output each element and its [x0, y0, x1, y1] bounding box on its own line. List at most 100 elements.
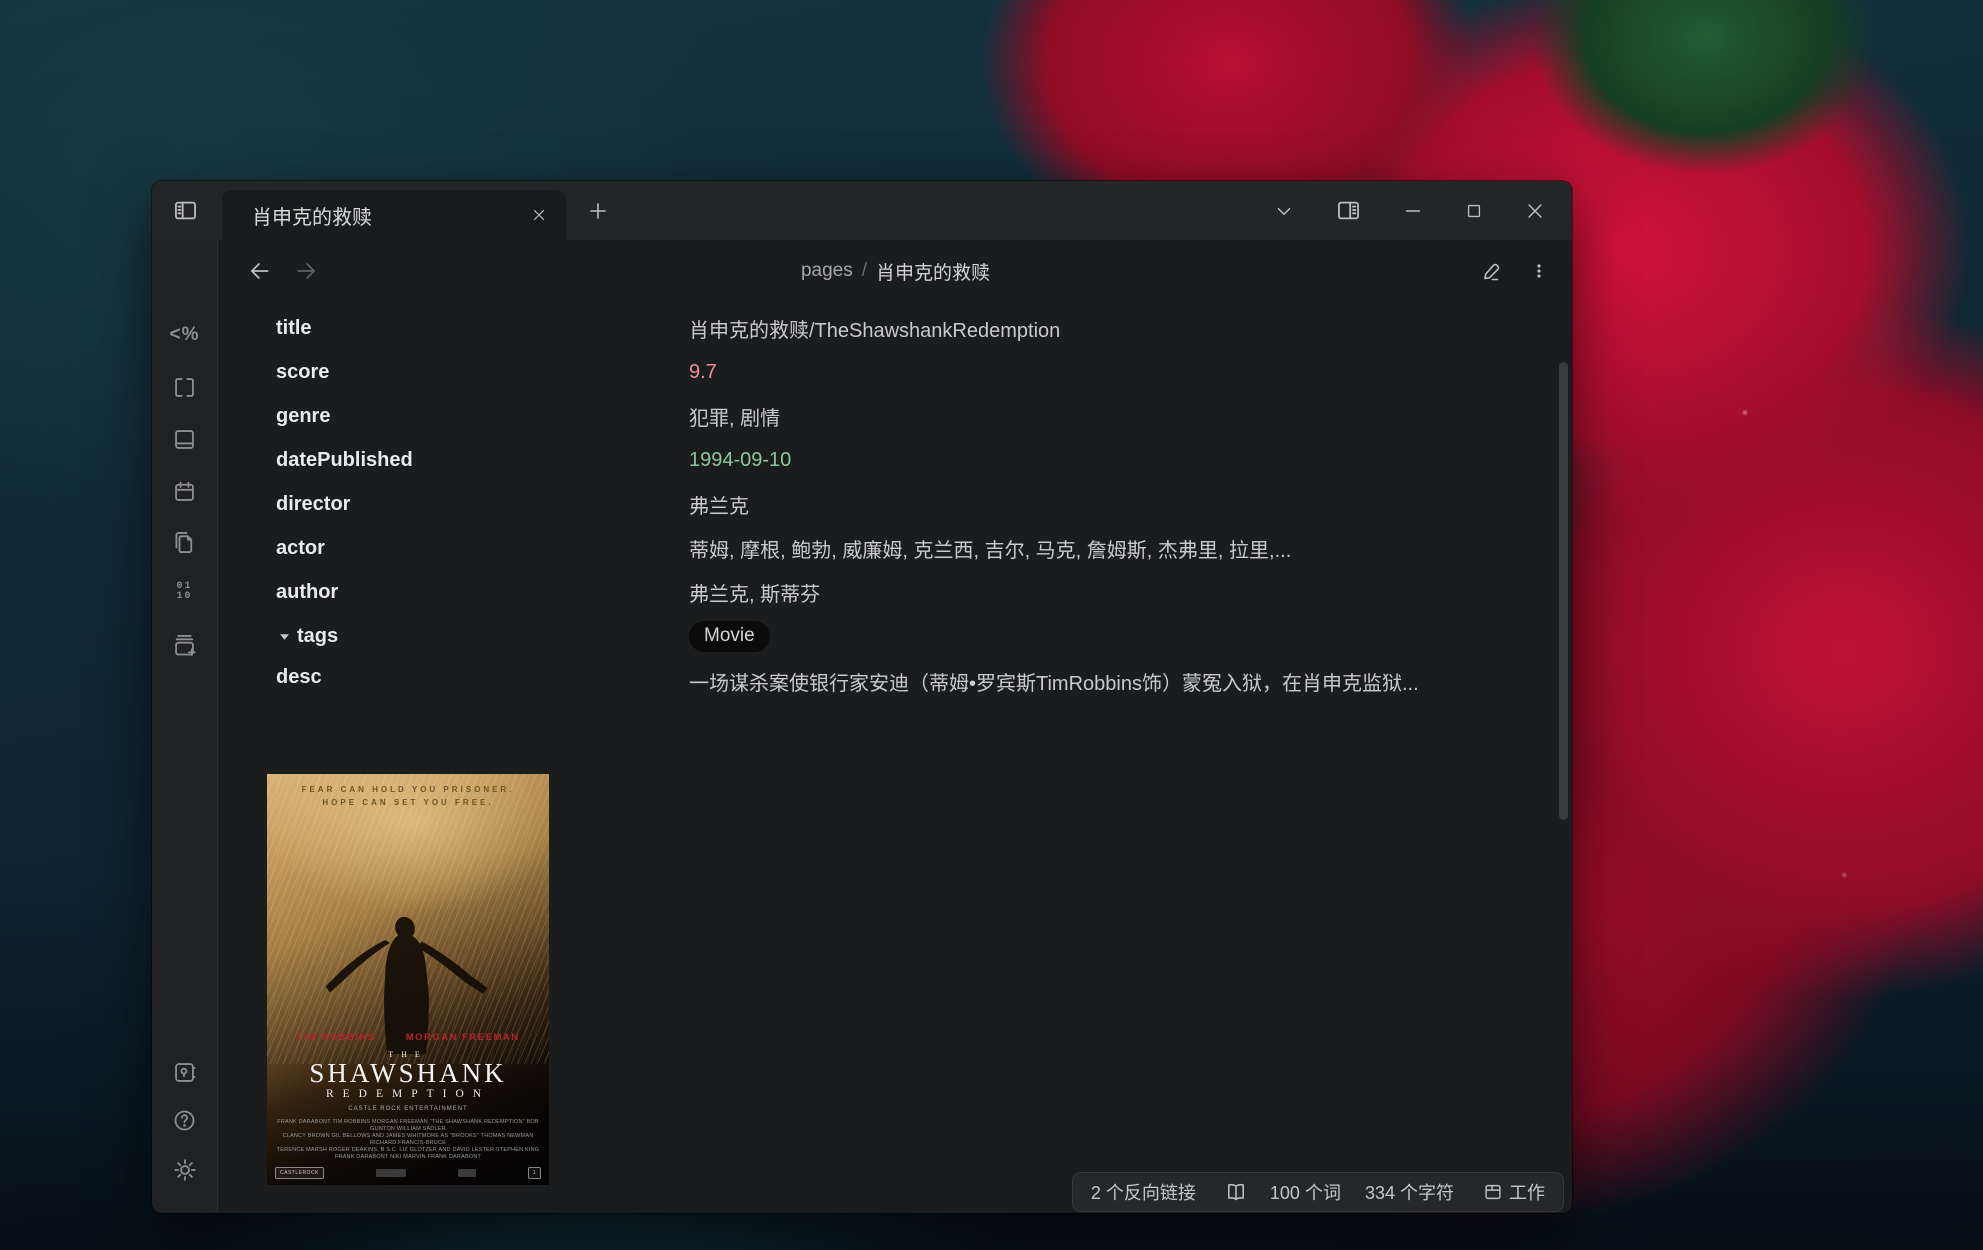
attr-label[interactable]: title: [276, 317, 689, 340]
dock-item-safe[interactable]: [152, 1059, 217, 1086]
attr-row-desc: desc 一场谋杀案使银行家安迪（蒂姆•罗宾斯TimRobbins饰）蒙冤入狱，…: [276, 658, 1542, 702]
titlebar: 肖申克的救赎: [152, 181, 1572, 240]
poster-rating-box: 1: [528, 1167, 541, 1179]
close-tab-button[interactable]: [530, 206, 548, 224]
editor-area: pages / 肖申克的救赎: [219, 240, 1572, 1213]
poster-studio: CASTLE ROCK ENTERTAINMENT: [267, 1106, 549, 1112]
gear-icon: [171, 1156, 199, 1184]
poster-credits: FRANK DARABONT TIM ROBBINS MORGAN FREEMA…: [274, 1119, 542, 1161]
attr-row-title: title 肖申克的救赎/TheShawshankRedemption: [276, 306, 1542, 350]
tag-movie[interactable]: Movie: [689, 621, 770, 652]
tab-menu-button[interactable]: [1273, 200, 1295, 222]
breadcrumb-item-current[interactable]: 肖申克的救赎: [876, 258, 990, 285]
attr-value[interactable]: 9.7: [689, 361, 717, 384]
attr-value[interactable]: 弗兰克, 斯蒂芬: [689, 578, 820, 607]
poster-billing-block: TIM ROBBINS MORGAN FREEMAN THE SHAWSHANK…: [267, 1032, 549, 1179]
attr-label[interactable]: genre: [276, 405, 689, 428]
attr-row-director: director 弗兰克: [276, 482, 1542, 526]
minimize-icon: [1402, 200, 1424, 222]
poster-logo-slab: [376, 1169, 406, 1177]
poster-logos: CASTLEROCK 1: [267, 1167, 549, 1179]
tags-collapse-toggle[interactable]: tags: [276, 625, 689, 648]
movie-poster-image[interactable]: FEAR CAN HOLD YOU PRISONER. HOPE CAN SET…: [267, 774, 549, 1185]
attr-row-datePublished: datePublished 1994-09-10: [276, 438, 1542, 482]
help-icon: [171, 1107, 198, 1134]
minimize-button[interactable]: [1402, 200, 1424, 222]
dock-item-calendar[interactable]: [152, 478, 217, 505]
status-bar: 2 个反向链接 100 个词 334 个字符 工作: [1072, 1172, 1564, 1212]
attr-label[interactable]: desc: [276, 658, 689, 689]
card-stack-plus-icon: [171, 632, 198, 659]
workspace-layout-icon: [1482, 1181, 1504, 1203]
safe-icon: [171, 1059, 198, 1086]
chevron-down-icon: [1273, 200, 1295, 222]
dock-item-book[interactable]: [152, 426, 217, 453]
dock-item-settings[interactable]: [152, 1156, 217, 1184]
attr-value[interactable]: 1994-09-10: [689, 449, 791, 472]
brackets-icon: [171, 374, 198, 401]
attr-label[interactable]: datePublished: [276, 449, 689, 472]
collapse-caret-icon: [279, 631, 290, 642]
backlinks-panel-button[interactable]: [1224, 1180, 1248, 1204]
calendar-icon: [171, 478, 198, 505]
breadcrumb-bar: pages / 肖申克的救赎: [219, 240, 1572, 302]
breadcrumb-item-pages[interactable]: pages: [801, 260, 853, 282]
left-dock: <%: [152, 240, 218, 1213]
tab-title: 肖申克的救赎: [252, 201, 530, 230]
attr-value[interactable]: 蒂姆, 摩根, 鲍勃, 威廉姆, 克兰西, 吉尔, 马克, 詹姆斯, 杰弗里, …: [689, 534, 1291, 563]
poster-tagline-2: HOPE CAN SET YOU FREE.: [267, 798, 549, 807]
kebab-icon: [1528, 260, 1550, 282]
attr-row-actor: actor 蒂姆, 摩根, 鲍勃, 威廉姆, 克兰西, 吉尔, 马克, 詹姆斯,…: [276, 526, 1542, 570]
workspace-switcher[interactable]: 工作: [1482, 1179, 1545, 1205]
dock-item-brackets[interactable]: [152, 374, 217, 401]
dock-item-template[interactable]: <%: [152, 324, 217, 346]
poster-actor-right: MORGAN FREEMAN: [406, 1032, 520, 1043]
char-count: 334 个字符: [1365, 1179, 1454, 1205]
attr-row-author: author 弗兰克, 斯蒂芬: [276, 570, 1542, 614]
attr-value[interactable]: 一场谋杀案使银行家安迪（蒂姆•罗宾斯TimRobbins饰）蒙冤入狱，在肖申克监…: [689, 658, 1419, 702]
book-icon: [171, 426, 198, 453]
attr-value[interactable]: 犯罪, 剧情: [689, 402, 780, 431]
close-window-button[interactable]: [1524, 200, 1546, 222]
dock-item-add-card[interactable]: [152, 632, 217, 659]
binary-icon: 0110: [176, 582, 192, 602]
poster-title-main: SHAWSHANK: [267, 1059, 549, 1087]
app-window: 肖申克的救赎: [152, 181, 1572, 1213]
attr-row-score: score 9.7: [276, 350, 1542, 394]
vertical-scrollbar[interactable]: [1559, 362, 1568, 820]
window-controls: [1273, 181, 1572, 240]
toggle-dock-left-button[interactable]: [152, 181, 218, 240]
attr-value[interactable]: 弗兰克: [689, 490, 749, 519]
attr-label[interactable]: actor: [276, 537, 689, 560]
attr-value[interactable]: 肖申克的救赎/TheShawshankRedemption: [689, 314, 1060, 343]
panel-right-icon: [1335, 197, 1362, 224]
doc-actions: [1480, 240, 1550, 302]
pencil-icon: [1480, 259, 1504, 283]
attr-label[interactable]: author: [276, 581, 689, 604]
maximize-icon: [1464, 201, 1484, 221]
maximize-button[interactable]: [1464, 201, 1484, 221]
open-book-icon: [1224, 1180, 1248, 1204]
word-count: 100 个词: [1270, 1179, 1341, 1205]
new-tab-button[interactable]: [586, 181, 610, 240]
close-icon: [530, 206, 548, 224]
attr-value: Movie: [689, 621, 770, 652]
dock-item-copies[interactable]: [152, 529, 217, 556]
poster-title-sub: REDEMPTION: [267, 1088, 549, 1100]
attr-label[interactable]: score: [276, 361, 689, 384]
document-tab[interactable]: 肖申克的救赎: [222, 190, 566, 240]
edit-mode-button[interactable]: [1480, 259, 1504, 283]
workspace-name: 工作: [1509, 1179, 1545, 1205]
plus-icon: [586, 199, 610, 223]
toggle-dock-right-button[interactable]: [1335, 197, 1362, 224]
attr-row-genre: genre 犯罪, 剧情: [276, 394, 1542, 438]
poster-actor-left: TIM ROBBINS: [296, 1032, 375, 1043]
desktop-wallpaper: 肖申克的救赎: [0, 0, 1983, 1250]
dock-item-help[interactable]: [152, 1107, 217, 1134]
close-icon: [1524, 200, 1546, 222]
backlinks-count[interactable]: 2 个反向链接: [1091, 1179, 1196, 1205]
more-menu-button[interactable]: [1528, 260, 1550, 282]
attr-label[interactable]: director: [276, 493, 689, 516]
dock-item-binary[interactable]: 0110: [152, 582, 217, 602]
castle-rock-logo: CASTLEROCK: [275, 1167, 324, 1179]
